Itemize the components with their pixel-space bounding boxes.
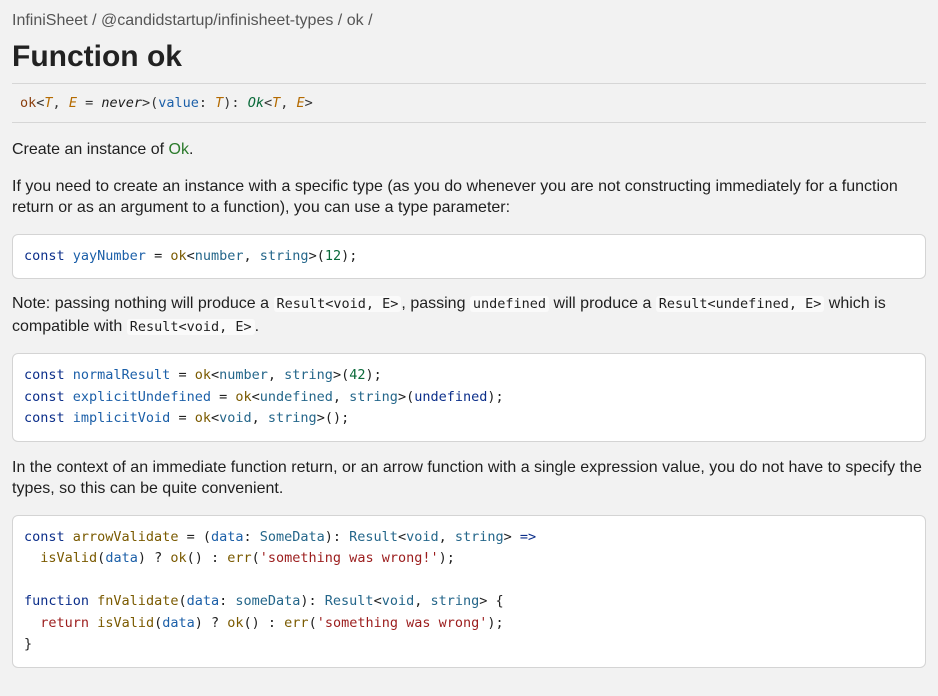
page: InfiniSheet / @candidstartup/infinisheet… [0,0,938,668]
inline-code: Result<void, E> [126,318,255,335]
code-token: function [24,593,90,609]
code-token: err [284,614,309,631]
code-token: data [186,593,220,609]
code-block-result-variants: const normalResult = ok<number, string>(… [12,353,926,442]
code-token: fnValidate [97,593,179,609]
code-token: => [519,528,537,545]
code-token: arrowValidate [72,528,179,545]
code-token: const [24,367,65,383]
breadcrumb-link-ok[interactable]: ok [347,12,364,29]
code-token: string [349,388,398,405]
code-token: err [227,550,252,566]
code-token: ok [194,367,211,383]
code-token: ok [194,410,211,426]
code-token: > [304,95,313,111]
signature-default-type: never [101,95,142,111]
code-token: data [210,528,244,545]
code-token: . [254,317,260,335]
code-token: < [263,95,273,111]
code-token: number [219,367,268,383]
code-token: string [430,593,480,609]
code-token: SomeData [259,528,325,545]
code-token: const [24,410,65,426]
code-token: undefined [259,388,333,405]
code-token: , [280,95,297,111]
breadcrumb-link-infinisheet[interactable]: InfiniSheet [12,12,88,29]
code-token: explicitUndefined [72,388,211,405]
signature-return-arg: T [272,95,281,111]
code-token: number [194,247,244,264]
code-token: implicitVoid [72,410,171,426]
code-token: yayNumber [72,247,146,264]
code-token: void [381,593,415,609]
code-token: data [105,550,138,566]
code-token: undefined [414,388,488,405]
code-token: const [24,247,65,264]
code-token: string [267,410,317,426]
breadcrumb-separator: / [337,12,343,29]
code-token: : [198,95,216,111]
signature-return-arg: E [296,95,305,111]
code-token: isValid [40,550,98,566]
code-token: = [76,95,102,111]
code-token: ok [235,388,252,405]
code-token: 'something was wrong!' [259,550,439,566]
code-token: someData [235,593,301,609]
code-block-yay-number: const yayNumber = ok<number, string>(12)… [12,233,926,279]
signature-return-type[interactable]: Ok [248,95,264,111]
inline-code: Result<void, E> [273,296,402,312]
breadcrumb-link-package[interactable]: @candidstartup/infinisheet-types [101,12,333,29]
signature-param-name: value [158,95,199,111]
code-token: const [24,388,65,405]
code-token: string [454,528,504,545]
code-token: void [219,410,252,426]
breadcrumb-separator: / [92,12,97,29]
breadcrumb-separator: / [368,12,373,29]
code-token: 42 [349,367,366,383]
context-paragraph: In the context of an immediate function … [12,458,922,498]
code-token: string [259,247,309,264]
code-token: normalResult [72,367,171,383]
intro-text-end: . [189,141,194,158]
code-token: will produce a [549,295,656,312]
code-token: ok [170,550,187,566]
inline-code: undefined [469,296,550,312]
code-token: ok [170,247,187,264]
inline-code: Result<undefined, E> [655,296,825,312]
code-token: ): [223,95,248,111]
intro-paragraph: Create an instance of Ok. [12,139,926,161]
code-block-validate: const arrowValidate = (data: SomeData): … [12,514,926,668]
code-token: Result [324,593,374,609]
signature-type-param: E [68,95,77,111]
code-token: return [40,614,90,631]
code-token: >( [141,95,159,111]
code-token: , [52,95,69,111]
code-token: void [406,528,439,545]
signature-name: ok [20,95,37,111]
code-token: string [284,367,333,383]
intro-text: Create an instance of [12,141,169,158]
code-token: Note: passing nothing will produce a [12,295,274,312]
code-token: 12 [324,247,342,264]
function-signature: ok<T, E = never>(value: T): Ok<T, E> [12,83,926,123]
code-token: 'something was wrong' [316,614,488,631]
breadcrumb: InfiniSheet / @candidstartup/infinisheet… [12,12,926,32]
code-token: ok [227,614,244,631]
ok-type-link[interactable]: Ok [169,141,189,158]
note-paragraph: Note: passing nothing will produce a Res… [12,293,926,338]
page-title: Function ok [12,40,182,73]
code-token: data [162,614,195,631]
code-token: const [24,528,65,545]
code-token: isValid [97,614,155,631]
code-token: Result [349,528,398,545]
type-parameter-paragraph: If you need to create an instance with a… [12,177,898,217]
signature-type-param: T [44,95,53,111]
code-token: , passing [401,295,470,312]
